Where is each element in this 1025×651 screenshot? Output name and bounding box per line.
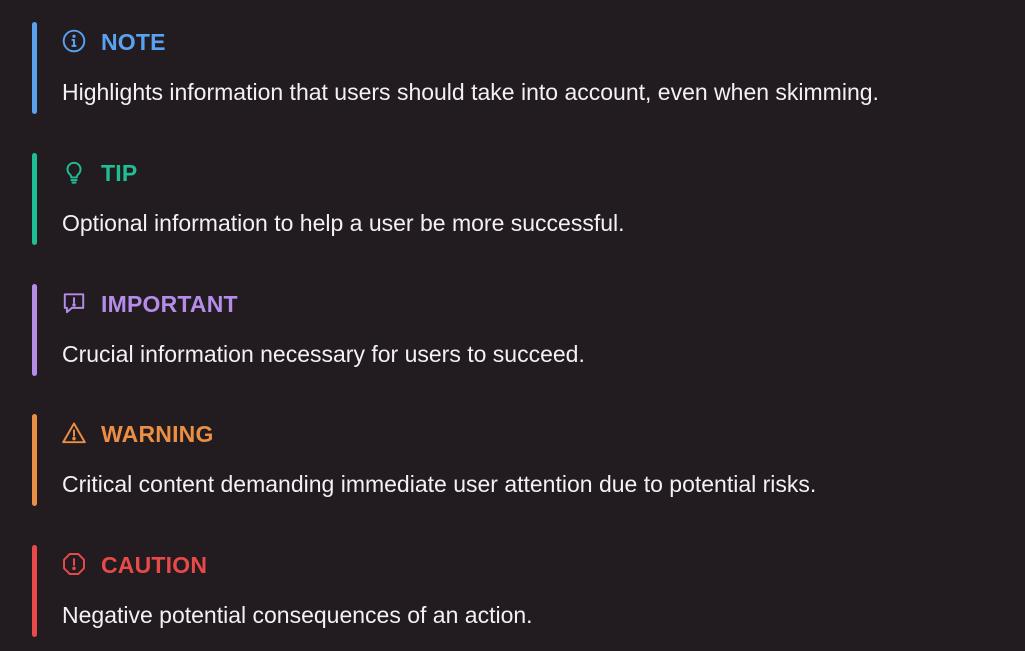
alert-triangle-icon [61, 420, 87, 446]
alert-title: WARNING [101, 421, 214, 447]
alert-bar [32, 22, 37, 114]
alert-title: CAUTION [101, 552, 208, 578]
alert-text: Crucial information necessary for users … [62, 341, 585, 367]
alert-text: Optional information to help a user be m… [62, 210, 625, 236]
alert-text: Negative potential consequences of an ac… [62, 602, 533, 628]
alert-tip: TIP Optional information to help a user … [32, 153, 992, 245]
alert-bar [32, 153, 37, 245]
report-message-icon [61, 290, 87, 316]
lightbulb-icon [61, 159, 87, 185]
alert-warning: WARNING Critical content demanding immed… [32, 414, 992, 506]
alert-text: Highlights information that users should… [62, 79, 879, 105]
alert-title: TIP [101, 160, 138, 186]
alert-note: NOTE Highlights information that users s… [32, 22, 992, 114]
alert-title: IMPORTANT [101, 291, 238, 317]
stop-octagon-icon [61, 551, 87, 577]
alert-bar [32, 284, 37, 376]
alert-bar [32, 545, 37, 637]
alert-important: IMPORTANT Crucial information necessary … [32, 284, 992, 376]
alert-bar [32, 414, 37, 506]
alert-title: NOTE [101, 29, 166, 55]
alert-text: Critical content demanding immediate use… [62, 471, 817, 497]
alert-caution: CAUTION Negative potential consequences … [32, 545, 992, 637]
info-circle-icon [61, 28, 87, 54]
